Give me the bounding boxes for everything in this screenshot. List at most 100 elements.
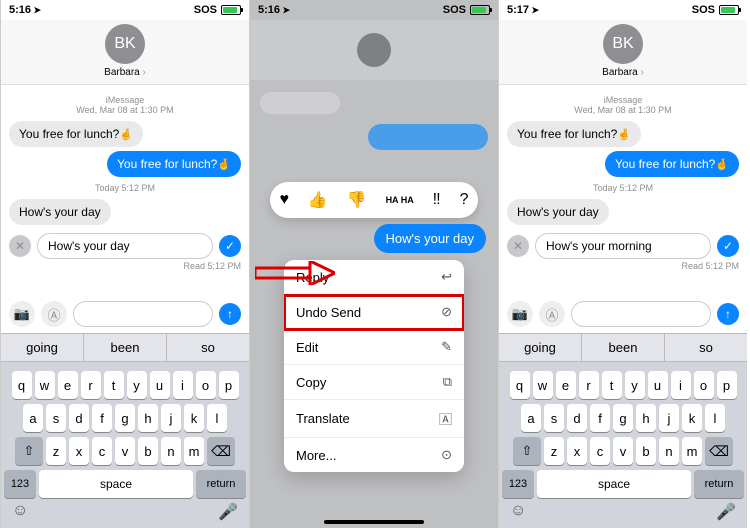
key-r[interactable]: r (579, 371, 599, 399)
key-y[interactable]: y (625, 371, 645, 399)
key-g[interactable]: g (115, 404, 135, 432)
key-i[interactable]: i (671, 371, 691, 399)
incoming-message-2[interactable]: How's your day (9, 199, 111, 225)
outgoing-message[interactable]: You free for lunch?🤞 (107, 151, 241, 177)
key-t[interactable]: t (104, 371, 124, 399)
emoji-key[interactable]: ☺ (510, 502, 526, 522)
numbers-key[interactable]: 123 (502, 470, 534, 498)
menu-reply[interactable]: Reply↩ (284, 260, 464, 295)
key-k[interactable]: k (682, 404, 702, 432)
key-c[interactable]: c (92, 437, 112, 465)
message-input[interactable] (73, 301, 213, 327)
key-l[interactable]: l (705, 404, 725, 432)
confirm-edit-button[interactable]: ✓ (717, 235, 739, 257)
key-p[interactable]: p (219, 371, 239, 399)
space-key[interactable]: space (39, 470, 193, 498)
cancel-edit-button[interactable]: ✕ (507, 235, 529, 257)
tapback-haha[interactable]: HA HA (386, 195, 414, 205)
conversation[interactable]: iMessageWed, Mar 08 at 1:30 PM You free … (1, 85, 249, 295)
menu-copy[interactable]: Copy⧉ (284, 365, 464, 400)
contact-avatar[interactable]: BK (105, 24, 145, 64)
key-v[interactable]: v (613, 437, 633, 465)
key-n[interactable]: n (161, 437, 181, 465)
key-p[interactable]: p (717, 371, 737, 399)
emoji-key[interactable]: ☺ (12, 502, 28, 522)
numbers-key[interactable]: 123 (4, 470, 36, 498)
key-x[interactable]: x (567, 437, 587, 465)
key-a[interactable]: a (521, 404, 541, 432)
key-g[interactable]: g (613, 404, 633, 432)
conversation[interactable]: iMessageWed, Mar 08 at 1:30 PM You free … (499, 85, 747, 295)
key-o[interactable]: o (694, 371, 714, 399)
outgoing-message[interactable]: You free for lunch?🤞 (605, 151, 739, 177)
key-x[interactable]: x (69, 437, 89, 465)
shift-key[interactable]: ⇧ (513, 437, 541, 465)
menu-edit[interactable]: Edit✎ (284, 330, 464, 365)
suggestion[interactable]: going (499, 334, 582, 361)
key-y[interactable]: y (127, 371, 147, 399)
key-z[interactable]: z (544, 437, 564, 465)
suggestion[interactable]: been (84, 334, 167, 361)
key-q[interactable]: q (12, 371, 32, 399)
key-c[interactable]: c (590, 437, 610, 465)
edit-input[interactable]: How's your day (37, 233, 213, 259)
key-d[interactable]: d (567, 404, 587, 432)
tapback-exclaim[interactable]: ‼ (433, 191, 441, 209)
tapback-thumbsdown[interactable]: 👎 (347, 190, 367, 210)
key-v[interactable]: v (115, 437, 135, 465)
home-indicator[interactable] (324, 520, 424, 524)
key-d[interactable]: d (69, 404, 89, 432)
key-i[interactable]: i (173, 371, 193, 399)
camera-icon[interactable]: 📷 (507, 301, 533, 327)
mic-key[interactable]: 🎤 (218, 502, 238, 522)
key-m[interactable]: m (184, 437, 204, 465)
key-n[interactable]: n (659, 437, 679, 465)
key-t[interactable]: t (602, 371, 622, 399)
confirm-edit-button[interactable]: ✓ (219, 235, 241, 257)
edit-input[interactable]: How's your morning (535, 233, 711, 259)
key-f[interactable]: f (92, 404, 112, 432)
camera-icon[interactable]: 📷 (9, 301, 35, 327)
key-e[interactable]: e (58, 371, 78, 399)
send-button[interactable]: ↑ (219, 303, 241, 325)
key-e[interactable]: e (556, 371, 576, 399)
key-f[interactable]: f (590, 404, 610, 432)
chat-header[interactable]: BK Barbara (1, 20, 249, 85)
suggestion[interactable]: so (167, 334, 249, 361)
suggestion[interactable]: going (1, 334, 84, 361)
tapback-question[interactable]: ? (460, 191, 469, 209)
key-s[interactable]: s (46, 404, 66, 432)
return-key[interactable]: return (694, 470, 744, 498)
key-a[interactable]: a (23, 404, 43, 432)
appstore-icon[interactable]: Ⓐ (41, 301, 67, 327)
key-z[interactable]: z (46, 437, 66, 465)
key-l[interactable]: l (207, 404, 227, 432)
key-j[interactable]: j (161, 404, 181, 432)
key-u[interactable]: u (150, 371, 170, 399)
key-k[interactable]: k (184, 404, 204, 432)
delete-key[interactable]: ⌫ (705, 437, 733, 465)
mic-key[interactable]: 🎤 (716, 502, 736, 522)
key-w[interactable]: w (35, 371, 55, 399)
incoming-message[interactable]: You free for lunch?🤞 (507, 121, 641, 147)
key-b[interactable]: b (636, 437, 656, 465)
contact-avatar[interactable]: BK (603, 24, 643, 64)
message-input[interactable] (571, 301, 711, 327)
key-h[interactable]: h (636, 404, 656, 432)
tapback-heart[interactable]: ♥ (279, 191, 289, 209)
cancel-edit-button[interactable]: ✕ (9, 235, 31, 257)
chat-header[interactable]: BK Barbara (499, 20, 747, 85)
suggestion[interactable]: been (582, 334, 665, 361)
contact-name[interactable]: Barbara (602, 67, 644, 78)
incoming-message-2[interactable]: How's your day (507, 199, 609, 225)
menu-undo-send[interactable]: Undo Send⊘ (284, 295, 464, 330)
menu-more[interactable]: More...⊙ (284, 438, 464, 472)
key-u[interactable]: u (648, 371, 668, 399)
suggestion[interactable]: so (665, 334, 747, 361)
focused-message[interactable]: How's your day (374, 224, 486, 253)
key-h[interactable]: h (138, 404, 158, 432)
space-key[interactable]: space (537, 470, 691, 498)
tapback-thumbsup[interactable]: 👍 (308, 190, 328, 210)
return-key[interactable]: return (196, 470, 246, 498)
incoming-message[interactable]: You free for lunch?🤞 (9, 121, 143, 147)
